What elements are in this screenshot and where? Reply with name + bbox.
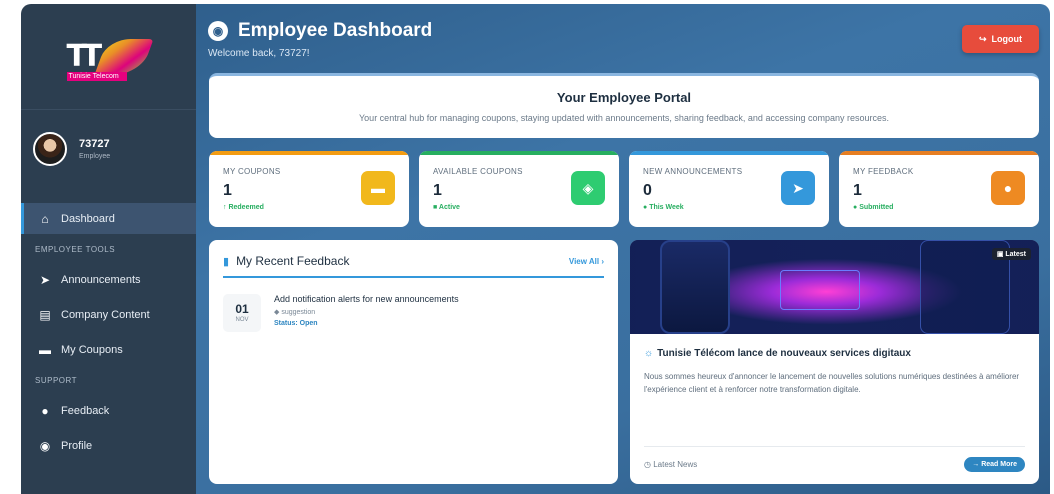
- feedback-date: 01 NOV: [223, 294, 261, 332]
- feedback-day: 01: [235, 302, 249, 316]
- sidebar-item-label: My Coupons: [61, 343, 123, 356]
- document-icon: ▤: [39, 307, 51, 322]
- logo-swoosh-icon: [93, 38, 154, 75]
- user-role: Employee: [79, 153, 111, 160]
- stat-value: 1: [853, 182, 862, 199]
- stat-value: 1: [223, 182, 232, 199]
- stat-value: 1: [433, 182, 442, 199]
- home-icon: ⌂: [41, 211, 49, 226]
- logout-label: Logout: [991, 34, 1023, 44]
- stat-label: NEW ANNOUNCEMENTS: [643, 167, 743, 176]
- feedback-status: Status: Open: [274, 320, 318, 327]
- stat-card-my-coupons[interactable]: MY COUPONS 1 ↑ Redeemed ▬: [209, 151, 409, 227]
- news-text: Nous sommes heureux d'annoncer le lancem…: [644, 372, 1020, 394]
- portal-card: Your Employee Portal Your central hub fo…: [209, 73, 1039, 138]
- user-name: 73727: [79, 138, 110, 150]
- sidebar-item-label: Feedback: [61, 404, 110, 417]
- page-title: ◉ Employee Dashboard: [208, 20, 432, 42]
- sidebar-item-label: Dashboard: [61, 212, 115, 225]
- stat-label: MY FEEDBACK: [853, 167, 914, 176]
- feedback-panel-title: ▮ My Recent Feedback: [223, 254, 350, 268]
- comment-icon: ●: [41, 403, 49, 418]
- feedback-title: Add notification alerts for new announce…: [274, 294, 459, 304]
- logout-icon: ↪: [978, 33, 987, 44]
- dashboard-gauge-icon: ◉: [208, 21, 228, 41]
- news-footer: ◷ Latest News → Read More: [644, 446, 1025, 472]
- user-card: 73727 Employee: [33, 132, 110, 166]
- news-image: [630, 240, 1039, 334]
- comment-icon: ●: [991, 171, 1025, 205]
- sidebar-item-label: Profile: [61, 439, 93, 452]
- latest-badge: ▣ Latest: [991, 248, 1031, 260]
- logo-letters: TT: [66, 38, 103, 74]
- sidebar-item-feedback[interactable]: ● Feedback: [21, 395, 196, 426]
- portal-title: Your Employee Portal: [556, 90, 692, 105]
- recent-feedback-panel: ▮ My Recent Feedback View All › 01 NOV A…: [209, 240, 618, 484]
- feedback-category: ◆ suggestion: [274, 309, 316, 316]
- stat-label: AVAILABLE COUPONS: [433, 167, 523, 176]
- logout-button[interactable]: ↪ Logout: [962, 25, 1039, 53]
- logo-text: Tunisie Telecom: [66, 71, 127, 81]
- user-circle-icon: ◉: [39, 438, 51, 453]
- tag-icon: ◈: [571, 171, 605, 205]
- main-content: ◉ Employee Dashboard Welcome back, 73727…: [196, 4, 1050, 494]
- ticket-icon: ▬: [361, 171, 395, 205]
- stat-foot: ● This Week: [643, 204, 684, 211]
- stat-card-available-coupons[interactable]: AVAILABLE COUPONS 1 ■ Active ◈: [419, 151, 619, 227]
- logo-area: TT Tunisie Telecom: [21, 4, 196, 110]
- stat-foot: ↑ Redeemed: [223, 204, 264, 211]
- stat-foot: ■ Active: [433, 204, 460, 211]
- sidebar: TT Tunisie Telecom 73727 Employee ⌂ Dash…: [21, 4, 196, 494]
- portal-subtitle: Your central hub for managing coupons, s…: [359, 113, 889, 123]
- sidebar-nav: ⌂ Dashboard EMPLOYEE TOOLS ➤ Announcemen…: [21, 203, 196, 461]
- news-title: ☼ Tunisie Télécom lance de nouveaux servi…: [644, 348, 911, 359]
- feedback-month: NOV: [235, 317, 249, 323]
- view-all-link[interactable]: View All ›: [569, 257, 604, 266]
- globe-icon: ☼: [644, 348, 654, 359]
- feedback-panel-header: ▮ My Recent Feedback View All ›: [223, 254, 604, 278]
- sidebar-item-announcements[interactable]: ➤ Announcements: [21, 264, 196, 295]
- stat-foot: ● Submitted: [853, 204, 894, 211]
- ticket-icon: ▬: [39, 342, 51, 357]
- avatar: [33, 132, 67, 166]
- megaphone-icon: ➤: [781, 171, 815, 205]
- news-source: ◷ Latest News: [644, 460, 698, 469]
- sidebar-item-dashboard[interactable]: ⌂ Dashboard: [21, 203, 196, 234]
- feedback-item[interactable]: 01 NOV Add notification alerts for new a…: [223, 294, 604, 344]
- stat-card-new-announcements[interactable]: NEW ANNOUNCEMENTS 0 ● This Week ➤: [629, 151, 829, 227]
- stat-card-my-feedback[interactable]: MY FEEDBACK 1 ● Submitted ●: [839, 151, 1039, 227]
- megaphone-icon: ➤: [39, 272, 51, 287]
- sidebar-item-company-content[interactable]: ▤ Company Content: [21, 299, 196, 330]
- tunisie-telecom-logo[interactable]: TT Tunisie Telecom: [66, 33, 154, 81]
- sidebar-item-label: Company Content: [61, 308, 150, 321]
- section-employee-tools: EMPLOYEE TOOLS: [35, 244, 116, 254]
- read-more-button[interactable]: → Read More: [964, 457, 1025, 472]
- app-window: TT Tunisie Telecom 73727 Employee ⌂ Dash…: [0, 0, 1054, 494]
- stat-label: MY COUPONS: [223, 167, 281, 176]
- news-panel: ▣ Latest ☼ Tunisie Télécom lance de nouve…: [630, 240, 1039, 484]
- section-support: SUPPORT: [35, 375, 78, 385]
- sidebar-item-profile[interactable]: ◉ Profile: [21, 430, 196, 461]
- sidebar-item-my-coupons[interactable]: ▬ My Coupons: [21, 334, 196, 365]
- comment-icon: ▮: [223, 255, 230, 268]
- welcome-text: Welcome back, 73727!: [208, 48, 310, 59]
- sidebar-item-label: Announcements: [61, 273, 141, 286]
- stat-value: 0: [643, 182, 652, 199]
- page-title-text: Employee Dashboard: [238, 20, 433, 41]
